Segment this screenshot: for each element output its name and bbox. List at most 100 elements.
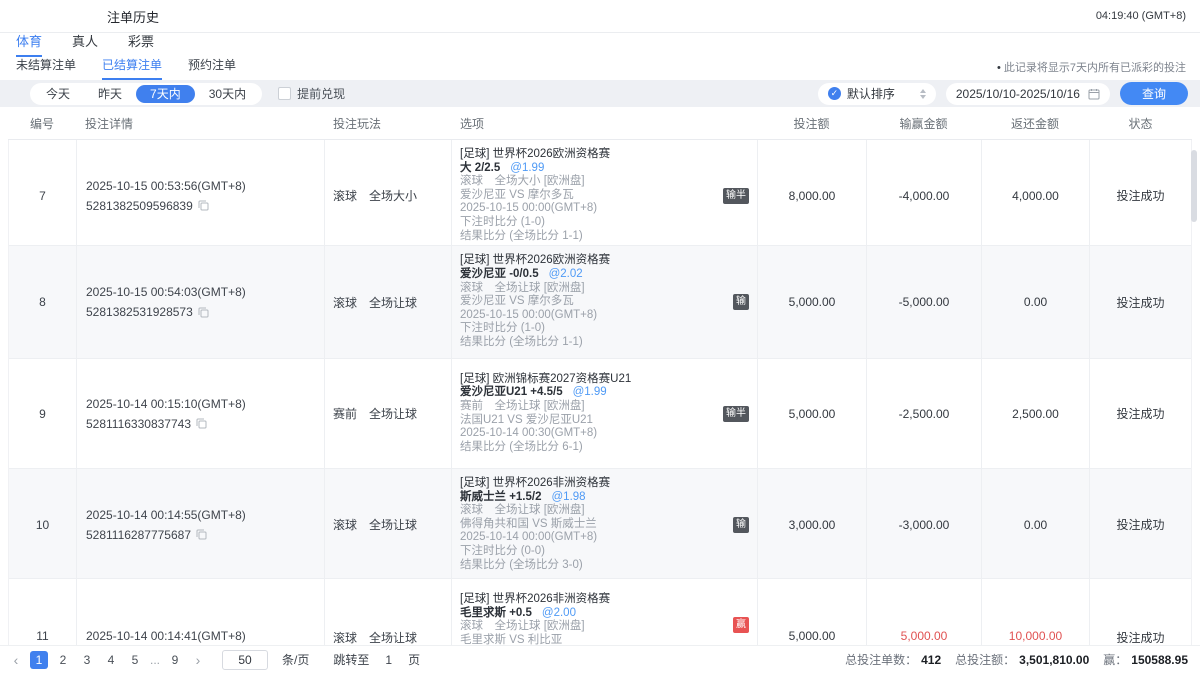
page-size-input[interactable] xyxy=(222,650,268,670)
page-9[interactable]: 9 xyxy=(166,651,184,669)
match-time-text: 2025-10-14 00:30(GMT+8) xyxy=(460,427,717,441)
row-id: 9 xyxy=(9,359,77,468)
table-row: 10 2025-10-14 00:14:55(GMT+8) 5281116287… xyxy=(9,469,1191,579)
search-button[interactable]: 查询 xyxy=(1120,82,1188,105)
checkbox-icon[interactable] xyxy=(278,87,291,100)
filter-today[interactable]: 今天 xyxy=(32,85,84,103)
copy-icon[interactable] xyxy=(198,307,209,318)
row-id: 8 xyxy=(9,246,77,358)
col-header-status: 状态 xyxy=(1089,115,1192,132)
bet-score-text: 下注时比分 (1-0) xyxy=(460,322,717,336)
tab-reserved[interactable]: 预约注单 xyxy=(188,56,236,80)
jump-page-value[interactable]: 1 xyxy=(385,653,392,667)
refund-amount: 10,000.00 xyxy=(982,579,1090,645)
bet-time: 2025-10-15 00:53:56(GMT+8) xyxy=(86,179,324,193)
scrollbar-thumb[interactable] xyxy=(1191,150,1197,222)
table-header: 编号 投注详情 投注玩法 选项 投注额 输赢金额 返还金额 状态 xyxy=(8,107,1192,140)
result-badge: 输 xyxy=(733,517,749,533)
status-text: 投注成功 xyxy=(1090,140,1191,251)
table-row: 9 2025-10-14 00:15:10(GMT+8) 52811163308… xyxy=(9,359,1191,469)
total-bets-count: 总投注单数： 412 xyxy=(845,651,941,668)
table-row: 7 2025-10-15 00:53:56(GMT+8) 52813825095… xyxy=(9,140,1191,246)
per-page-label: 条/页 xyxy=(282,651,309,668)
bet-time: 2025-10-14 00:14:41(GMT+8) xyxy=(86,629,324,643)
filter-yesterday[interactable]: 昨天 xyxy=(84,85,136,103)
bet-score-text: 下注时比分 (0-0) xyxy=(460,545,717,559)
sort-select[interactable]: ✓ 默认排序 xyxy=(818,83,936,105)
match-time-text: 2025-10-15 00:00(GMT+8) xyxy=(460,202,717,216)
bet-detail-cell: 2025-10-15 00:53:56(GMT+8) 5281382509596… xyxy=(77,140,325,251)
odds-text: @1.99 xyxy=(510,162,544,174)
early-cashout-filter[interactable]: 提前兑现 xyxy=(278,85,345,102)
copy-icon[interactable] xyxy=(198,200,209,211)
notice-text: 此记录将显示7天内所有已派彩的投注 xyxy=(1004,62,1186,74)
odds-text: @1.99 xyxy=(573,386,607,398)
table-row: 8 2025-10-15 00:54:03(GMT+8) 52813825319… xyxy=(9,246,1191,359)
tab-sports[interactable]: 体育 xyxy=(16,31,42,57)
bet-detail-cell: 2025-10-14 00:15:10(GMT+8) 5281116330837… xyxy=(77,359,325,468)
refund-amount: 2,500.00 xyxy=(982,359,1090,468)
copy-icon[interactable] xyxy=(196,529,207,540)
order-number: 5281116287775687 xyxy=(86,528,191,542)
winloss-amount: -3,000.00 xyxy=(867,469,982,580)
pick-text: 爱沙尼亚U21 +4.5/5@1.99 xyxy=(460,386,717,400)
page-4[interactable]: 4 xyxy=(102,651,120,669)
bet-time: 2025-10-14 00:15:10(GMT+8) xyxy=(86,397,324,411)
market-text: 滚球 全场大小 [欧洲盘] xyxy=(460,175,717,189)
selection-cell: [足球] 世界杯2026非洲资格赛 斯威士兰 +1.5/2@1.98 滚球 全场… xyxy=(452,469,758,580)
filter-30days[interactable]: 30天内 xyxy=(195,85,260,103)
row-id: 7 xyxy=(9,140,77,251)
market-text: 滚球 全场让球 [欧洲盘] xyxy=(460,504,717,518)
date-range-value: 2025/10/10-2025/10/16 xyxy=(956,87,1080,101)
tab-settled[interactable]: 已结算注单 xyxy=(102,56,162,80)
tab-unsettled[interactable]: 未结算注单 xyxy=(16,56,76,80)
bullet-icon: • xyxy=(997,62,1001,74)
date-range-picker[interactable]: 2025/10/10-2025/10/16 xyxy=(946,83,1110,105)
odds-text: @2.02 xyxy=(549,268,583,280)
bet-detail-cell: 2025-10-15 00:54:03(GMT+8) 5281382531928… xyxy=(77,246,325,358)
bet-detail-cell: 2025-10-14 00:14:55(GMT+8) 5281116287775… xyxy=(77,469,325,580)
league-text: [足球] 世界杯2026非洲资格赛 xyxy=(460,593,717,607)
status-text: 投注成功 xyxy=(1090,359,1191,468)
result-badge: 输 xyxy=(733,294,749,310)
total-bet-amount: 总投注额： 3,501,810.00 xyxy=(955,651,1089,668)
pick-text: 毛里求斯 +0.5@2.00 xyxy=(460,607,717,621)
next-page-icon[interactable]: › xyxy=(190,652,206,668)
page-title: 注单历史 xyxy=(107,7,159,26)
prev-page-icon[interactable]: ‹ xyxy=(8,652,24,668)
page-3[interactable]: 3 xyxy=(78,651,96,669)
result-badge: 赢 xyxy=(733,617,749,633)
league-text: [足球] 欧洲锦标赛2027资格赛U21 xyxy=(460,373,717,387)
league-text: [足球] 世界杯2026非洲资格赛 xyxy=(460,477,717,491)
result-text: 结果比分 (全场比分 1-1) xyxy=(460,230,717,244)
page-5[interactable]: 5 xyxy=(126,651,144,669)
order-number: 5281382509596839 xyxy=(86,199,193,213)
copy-icon[interactable] xyxy=(196,418,207,429)
match-time-text: 2025-10-15 00:00(GMT+8) xyxy=(460,309,717,323)
league-text: [足球] 世界杯2026欧洲资格赛 xyxy=(460,254,717,268)
row-id: 10 xyxy=(9,469,77,580)
status-text: 投注成功 xyxy=(1090,579,1191,645)
pagination: ‹ 1 2 3 4 5 ... 9 › 条/页 跳转至 1 页 xyxy=(8,650,420,670)
result-badge: 输半 xyxy=(723,406,749,422)
tab-lottery[interactable]: 彩票 xyxy=(128,31,154,57)
main-tabs: 体育 真人 彩票 xyxy=(0,33,1200,57)
top-bar: 注单历史 04:19:40 (GMT+8) xyxy=(0,0,1200,33)
match-text: 爱沙尼亚 VS 摩尔多瓦 xyxy=(460,295,717,309)
market-text: 赛前 全场让球 [欧洲盘] xyxy=(460,400,717,414)
bottom-bar: ‹ 1 2 3 4 5 ... 9 › 条/页 跳转至 1 页 总投注单数： 4… xyxy=(0,645,1200,673)
table-row: 11 2025-10-14 00:14:41(GMT+8) 滚球 全场让球 [足… xyxy=(9,579,1191,645)
col-header-refund: 返还金额 xyxy=(981,115,1089,132)
match-text: 法国U21 VS 爱沙尼亚U21 xyxy=(460,414,717,428)
winloss-amount: 5,000.00 xyxy=(867,579,982,645)
filter-7days[interactable]: 7天内 xyxy=(136,85,195,103)
page-2[interactable]: 2 xyxy=(54,651,72,669)
bet-amount: 5,000.00 xyxy=(758,246,867,358)
refund-amount: 0.00 xyxy=(982,469,1090,580)
page-1[interactable]: 1 xyxy=(30,651,48,669)
col-header-detail: 投注详情 xyxy=(76,115,324,132)
filter-bar: 今天 昨天 7天内 30天内 提前兑现 ✓ 默认排序 2025/10/10-20… xyxy=(0,80,1200,107)
tab-live[interactable]: 真人 xyxy=(72,31,98,57)
jump-to-label: 跳转至 xyxy=(333,651,369,668)
winloss-amount: -4,000.00 xyxy=(867,140,982,251)
